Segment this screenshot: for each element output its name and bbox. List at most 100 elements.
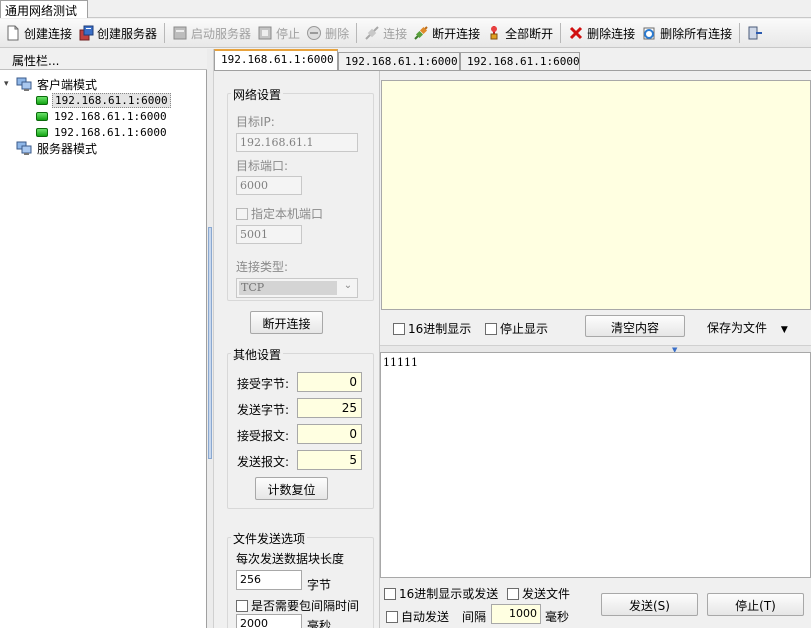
network-settings-title: 网络设置 xyxy=(231,86,284,103)
plug-disconnect-icon xyxy=(413,25,429,41)
create-connection-label: 创建连接 xyxy=(24,26,73,41)
title-bar: 通用网络测试 xyxy=(0,0,811,18)
send-text-content: 11111 xyxy=(383,356,418,369)
received-messages-label: 接受报文: xyxy=(237,429,290,443)
sent-messages-label: 发送报文: xyxy=(237,455,290,469)
tree-node-server-mode[interactable]: 服务器模式 xyxy=(4,140,204,156)
property-panel-header: 属性栏... xyxy=(0,49,207,70)
toolbar-separator xyxy=(356,23,358,43)
target-port-label: 目标端口: xyxy=(236,159,289,173)
tree-expander-icon[interactable]: ▾ xyxy=(4,79,16,89)
local-port-field[interactable]: 5001 xyxy=(236,225,302,244)
computers-icon xyxy=(16,76,32,92)
hex-display-label: 16进制显示 xyxy=(408,322,472,336)
exit-icon xyxy=(747,25,763,41)
disconnect-label: 断开连接 xyxy=(432,26,481,41)
disconnect-connection-button[interactable]: 断开连接 xyxy=(250,311,323,334)
checkbox-box[interactable] xyxy=(485,323,497,335)
save-to-file-button[interactable]: 保存为文件 ▼ xyxy=(707,319,788,336)
clear-content-button[interactable]: 清空内容 xyxy=(585,315,685,337)
send-file-checkbox[interactable]: 发送文件 xyxy=(507,585,570,602)
stop-icon xyxy=(257,25,273,41)
checkbox-box[interactable] xyxy=(236,600,248,612)
packet-interval-unit: 毫秒 xyxy=(307,619,332,628)
checkbox-box[interactable] xyxy=(386,611,398,623)
tree-node-connection-2[interactable]: 192.168.61.1:6000 xyxy=(4,108,204,124)
stop-display-checkbox[interactable]: 停止显示 xyxy=(485,320,548,337)
send-button[interactable]: 发送(S) xyxy=(601,593,698,616)
toolbar-separator xyxy=(560,23,562,43)
connection-tree: ▾ 客户端模式 192.168.61.1:6000 192.168.61.1:6… xyxy=(4,76,204,156)
stop-send-button[interactable]: 停止(T) xyxy=(707,593,804,616)
delete-all-connections-label: 删除所有连接 xyxy=(660,26,733,41)
checkbox-box[interactable] xyxy=(236,208,248,220)
create-connection-button[interactable]: 创建连接 xyxy=(2,22,75,44)
receive-toolbar: 16进制显示 停止显示 清空内容 保存为文件 ▼ xyxy=(381,311,811,344)
toolbar-overflow-button[interactable] xyxy=(744,22,769,44)
create-server-label: 创建服务器 xyxy=(97,26,158,41)
tree-node-connection-3[interactable]: 192.168.61.1:6000 xyxy=(4,124,204,140)
disconnect-all-button[interactable]: 全部断开 xyxy=(483,22,556,44)
toolbar: 创建连接 创建服务器 启动服务器 停止 删除 连接 断开连接 全部断开 删除连接… xyxy=(0,19,811,48)
packet-interval-checkbox[interactable]: 是否需要包间隔时间 xyxy=(236,597,359,614)
delete-button[interactable]: 删除 xyxy=(303,22,352,44)
auto-send-interval-unit: 毫秒 xyxy=(545,610,570,624)
connect-button[interactable]: 连接 xyxy=(361,22,410,44)
send-options-bar: 16进制显示或发送 发送文件 自动发送 间隔 1000 毫秒 发送(S) 停止(… xyxy=(380,579,811,628)
tab-connection-3[interactable]: 192.168.61.1:6000 xyxy=(460,52,580,70)
tab-connection-1[interactable]: 192.168.61.1:6000 xyxy=(214,49,338,70)
hex-send-label: 16进制显示或发送 xyxy=(399,587,499,601)
create-server-button[interactable]: 创建服务器 xyxy=(75,22,160,44)
target-port-field[interactable]: 6000 xyxy=(236,176,302,195)
chunk-length-label: 每次发送数据块长度 xyxy=(236,552,345,566)
hex-send-checkbox[interactable]: 16进制显示或发送 xyxy=(384,585,498,602)
target-ip-field[interactable]: 192.168.61.1 xyxy=(236,133,358,152)
delete-circle-icon xyxy=(306,25,322,41)
tree-node-client-mode[interactable]: ▾ 客户端模式 xyxy=(4,76,204,92)
auto-send-checkbox[interactable]: 自动发送 xyxy=(386,608,449,625)
window-title-tab[interactable]: 通用网络测试 xyxy=(0,0,88,18)
delete-connection-label: 删除连接 xyxy=(587,26,636,41)
file-send-title: 文件发送选项 xyxy=(231,530,308,547)
dropdown-arrow-icon[interactable]: ▼ xyxy=(781,325,788,335)
chunk-unit-label: 字节 xyxy=(307,578,332,592)
receive-display-area[interactable] xyxy=(381,80,811,310)
tab-connection-2[interactable]: 192.168.61.1:6000 xyxy=(338,52,460,70)
hex-display-checkbox[interactable]: 16进制显示 xyxy=(393,320,471,337)
new-document-icon xyxy=(5,25,21,41)
connection-address: 192.168.61.1:6000 xyxy=(54,125,167,139)
packet-interval-input[interactable]: 2000 xyxy=(236,614,302,628)
stop-display-label: 停止显示 xyxy=(500,322,549,336)
tree-node-connection-1[interactable]: 192.168.61.1:6000 xyxy=(4,92,204,108)
delete-all-icon xyxy=(641,25,657,41)
checkbox-box[interactable] xyxy=(384,588,396,600)
connected-led-icon xyxy=(36,95,48,105)
start-server-button[interactable]: 启动服务器 xyxy=(169,22,254,44)
checkbox-box[interactable] xyxy=(393,323,405,335)
send-text-area[interactable]: 11111 xyxy=(380,352,811,578)
stop-label: 停止 xyxy=(276,26,301,41)
chunk-length-input[interactable]: 256 xyxy=(236,570,302,590)
connection-type-select[interactable]: TCP ⌄ xyxy=(236,278,358,298)
connect-label: 连接 xyxy=(383,26,408,41)
auto-send-label: 自动发送 xyxy=(401,610,450,624)
delete-all-connections-button[interactable]: 删除所有连接 xyxy=(638,22,735,44)
splitter-grip[interactable] xyxy=(208,227,212,459)
chevron-down-icon[interactable]: ⌄ xyxy=(341,280,355,296)
stop-button[interactable]: 停止 xyxy=(254,22,303,44)
packet-interval-label: 是否需要包间隔时间 xyxy=(251,599,360,613)
local-port-checkbox[interactable]: 指定本机端口 xyxy=(236,205,323,222)
horizontal-splitter[interactable]: ▼ xyxy=(380,345,811,354)
disconnect-all-icon xyxy=(486,25,502,41)
connected-led-icon xyxy=(36,111,48,121)
checkbox-box[interactable] xyxy=(507,588,519,600)
vertical-splitter[interactable] xyxy=(207,49,214,628)
computers-icon xyxy=(16,140,32,156)
auto-send-interval-input[interactable]: 1000 xyxy=(491,604,541,624)
delete-connection-button[interactable]: 删除连接 xyxy=(565,22,638,44)
received-messages-value: 0 xyxy=(297,424,362,444)
connected-led-icon xyxy=(36,127,48,137)
disconnect-button[interactable]: 断开连接 xyxy=(410,22,483,44)
property-panel: 属性栏... ▾ 客户端模式 192.168.61.1:6000 192.168… xyxy=(0,49,207,628)
reset-counters-button[interactable]: 计数复位 xyxy=(255,477,328,500)
